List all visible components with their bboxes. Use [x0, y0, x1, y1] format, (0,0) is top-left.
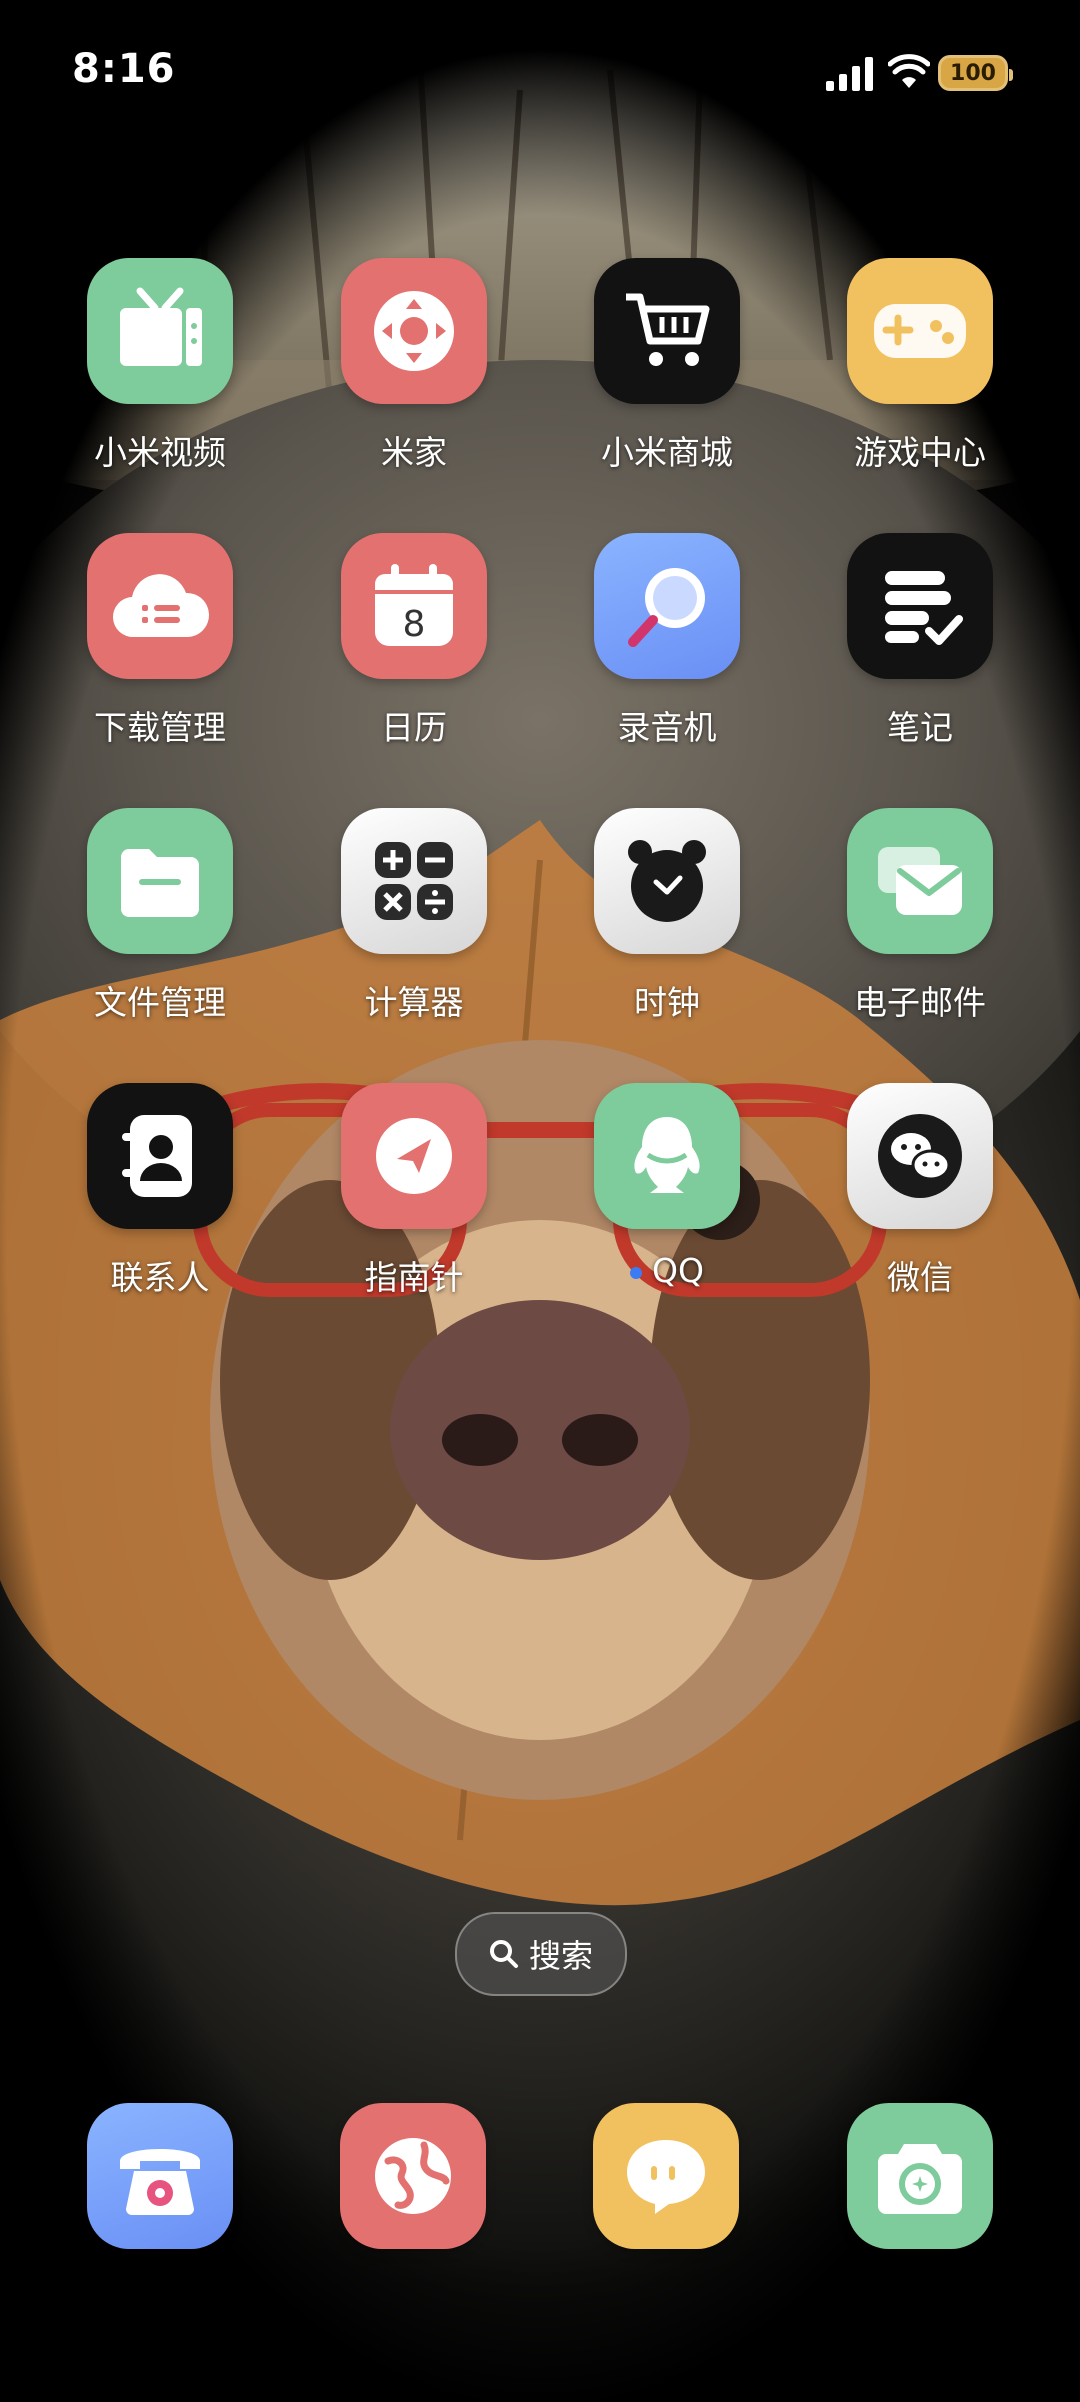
calculator-icon — [341, 808, 487, 954]
app-file-manager[interactable]: 文件管理 — [40, 808, 280, 1028]
app-compass[interactable]: 指南针 — [294, 1083, 534, 1303]
app-recorder[interactable]: 录音机 — [547, 533, 787, 753]
app-contacts[interactable]: 联系人 — [40, 1083, 280, 1303]
status-time: 8:16 — [72, 46, 176, 92]
search-icon — [489, 1940, 518, 1968]
app-label: 小米商城 — [601, 433, 733, 472]
calendar-day: 8 — [403, 604, 426, 645]
app-label: 游戏中心 — [854, 433, 986, 472]
app-label: 米家 — [381, 433, 447, 472]
battery-icon: 100 — [938, 55, 1013, 91]
app-label: 日历 — [381, 708, 447, 747]
app-label: 计算器 — [364, 983, 464, 1022]
dock-messages[interactable] — [593, 2103, 739, 2249]
app-label: 笔记 — [887, 708, 953, 747]
app-mijia[interactable]: 米家 — [294, 258, 534, 478]
app-xiaomi-store[interactable]: 小米商城 — [547, 258, 787, 478]
app-label: 时钟 — [634, 983, 700, 1022]
app-wechat[interactable]: 微信 — [800, 1083, 1040, 1303]
cloud-download-icon — [87, 533, 233, 679]
app-notes[interactable]: 笔记 — [800, 533, 1040, 753]
messages-icon — [627, 2140, 705, 2214]
qq-penguin-icon — [594, 1083, 740, 1229]
app-calculator[interactable]: 计算器 — [294, 808, 534, 1028]
status-bar: 8:16 100 — [0, 0, 1080, 150]
app-label: 联系人 — [110, 1258, 210, 1297]
app-label: 微信 — [887, 1258, 953, 1297]
app-label: 小米视频 — [94, 433, 226, 472]
app-qq[interactable]: QQ — [547, 1083, 787, 1303]
contacts-icon — [87, 1083, 233, 1229]
new-install-dot — [630, 1266, 643, 1279]
microphone-icon — [594, 533, 740, 679]
wifi-icon — [888, 54, 930, 88]
search-button[interactable]: 搜索 — [455, 1912, 627, 1996]
app-label: QQ — [547, 1251, 787, 1290]
app-label: 下载管理 — [94, 708, 226, 747]
mail-icon — [847, 808, 993, 954]
phone-icon — [120, 2149, 200, 2215]
calendar-icon: 8 — [341, 533, 487, 679]
camera-icon — [878, 2144, 962, 2214]
tv-icon — [87, 258, 233, 404]
dock-camera[interactable] — [847, 2103, 993, 2249]
app-label: 录音机 — [617, 708, 717, 747]
app-xiaomi-video[interactable]: 小米视频 — [40, 258, 280, 478]
app-clock[interactable]: 时钟 — [547, 808, 787, 1028]
dock-browser[interactable] — [340, 2103, 486, 2249]
signal-icon — [826, 57, 873, 91]
wechat-icon — [847, 1083, 993, 1229]
app-label: 电子邮件 — [854, 983, 986, 1022]
gamepad-icon — [847, 258, 993, 404]
app-downloads[interactable]: 下载管理 — [40, 533, 280, 753]
app-calendar[interactable]: 8 日历 — [294, 533, 534, 753]
search-label: 搜索 — [528, 1937, 593, 1975]
battery-level: 100 — [950, 60, 996, 86]
app-email[interactable]: 电子邮件 — [800, 808, 1040, 1028]
folder-icon — [87, 808, 233, 954]
browser-icon — [375, 2138, 451, 2214]
app-label-text: QQ — [652, 1251, 704, 1290]
compass-icon — [341, 1083, 487, 1229]
dock-phone[interactable] — [87, 2103, 233, 2249]
app-game-center[interactable]: 游戏中心 — [800, 258, 1040, 478]
mijia-icon — [341, 258, 487, 404]
app-label: 指南针 — [364, 1258, 464, 1297]
app-label: 文件管理 — [94, 983, 226, 1022]
alarm-clock-icon — [594, 808, 740, 954]
notes-icon — [847, 533, 993, 679]
shopping-cart-icon — [594, 258, 740, 404]
